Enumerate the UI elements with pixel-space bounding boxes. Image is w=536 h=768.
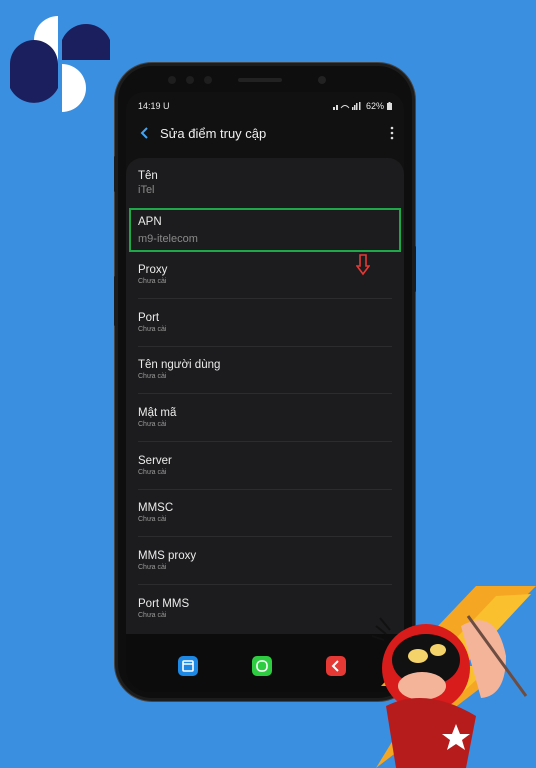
clock: 14:19 <box>138 101 161 111</box>
front-camera <box>318 76 326 84</box>
field-value: Chưa cài <box>138 516 167 523</box>
field-proxy[interactable]: Proxy Chưa cài <box>138 264 394 285</box>
field-username[interactable]: Tên người dùng Chưa cài <box>138 359 394 380</box>
divider <box>138 536 392 537</box>
divider <box>138 298 392 299</box>
power-button <box>413 246 416 292</box>
field-apn[interactable]: APN m9-itelecom <box>138 216 394 245</box>
field-password[interactable]: Mật mã Chưa cài <box>138 407 394 428</box>
field-value: Chưa cài <box>138 564 167 571</box>
field-value: Chưa cài <box>138 469 167 476</box>
divider <box>138 441 392 442</box>
recent-apps-icon[interactable] <box>178 656 198 676</box>
field-label: Proxy <box>138 264 168 276</box>
field-label: APN <box>138 216 162 228</box>
divider <box>138 393 392 394</box>
field-mms-proxy[interactable]: MMS proxy Chưa cài <box>138 550 394 571</box>
field-value: Chưa cài <box>138 421 167 428</box>
battery-icon <box>387 102 392 110</box>
field-label: Tên <box>138 170 158 182</box>
app-bar: Sửa điểm truy cập <box>126 118 404 148</box>
volume-button <box>114 156 117 192</box>
back-arrow-icon[interactable] <box>138 126 152 140</box>
field-name[interactable]: Tên iTel <box>138 170 394 196</box>
field-label: Mật mã <box>138 407 177 419</box>
field-label: MMS proxy <box>138 550 197 562</box>
field-port[interactable]: Port Chưa cài <box>138 312 394 333</box>
page-title: Sửa điểm truy cập <box>160 125 267 141</box>
signal-icon <box>332 102 361 110</box>
field-label: Tên người dùng <box>138 359 221 371</box>
field-value: Chưa cài <box>138 278 167 285</box>
apn-settings-list: Tên iTel APN m9-itelecom Proxy Chưa cài … <box>126 158 404 634</box>
field-label: Server <box>138 455 172 467</box>
field-label: Port <box>138 312 160 324</box>
back-icon[interactable] <box>326 656 346 676</box>
field-value: Chưa cài <box>138 373 167 380</box>
field-value: iTel <box>138 184 155 196</box>
field-server[interactable]: Server Chưa cài <box>138 455 394 476</box>
divider <box>138 584 392 585</box>
sensors <box>168 76 212 84</box>
field-mmsc[interactable]: MMSC Chưa cài <box>138 502 394 523</box>
divider <box>138 489 392 490</box>
status-bar: 14:19 U 62% <box>138 99 392 113</box>
field-value: m9-itelecom <box>138 233 198 245</box>
mascot-illustration <box>371 586 536 768</box>
home-icon[interactable] <box>252 656 272 676</box>
carrier-icon: U <box>163 101 170 111</box>
status-icons: 62% <box>332 101 392 111</box>
kebab-menu-icon[interactable] <box>390 125 394 141</box>
field-label: MMSC <box>138 502 174 514</box>
speaker <box>238 78 282 82</box>
field-value: Chưa cài <box>138 326 167 333</box>
logo-icon <box>10 16 110 112</box>
battery-level: 62% <box>365 101 384 111</box>
bixby-button <box>114 276 117 326</box>
divider <box>138 346 392 347</box>
